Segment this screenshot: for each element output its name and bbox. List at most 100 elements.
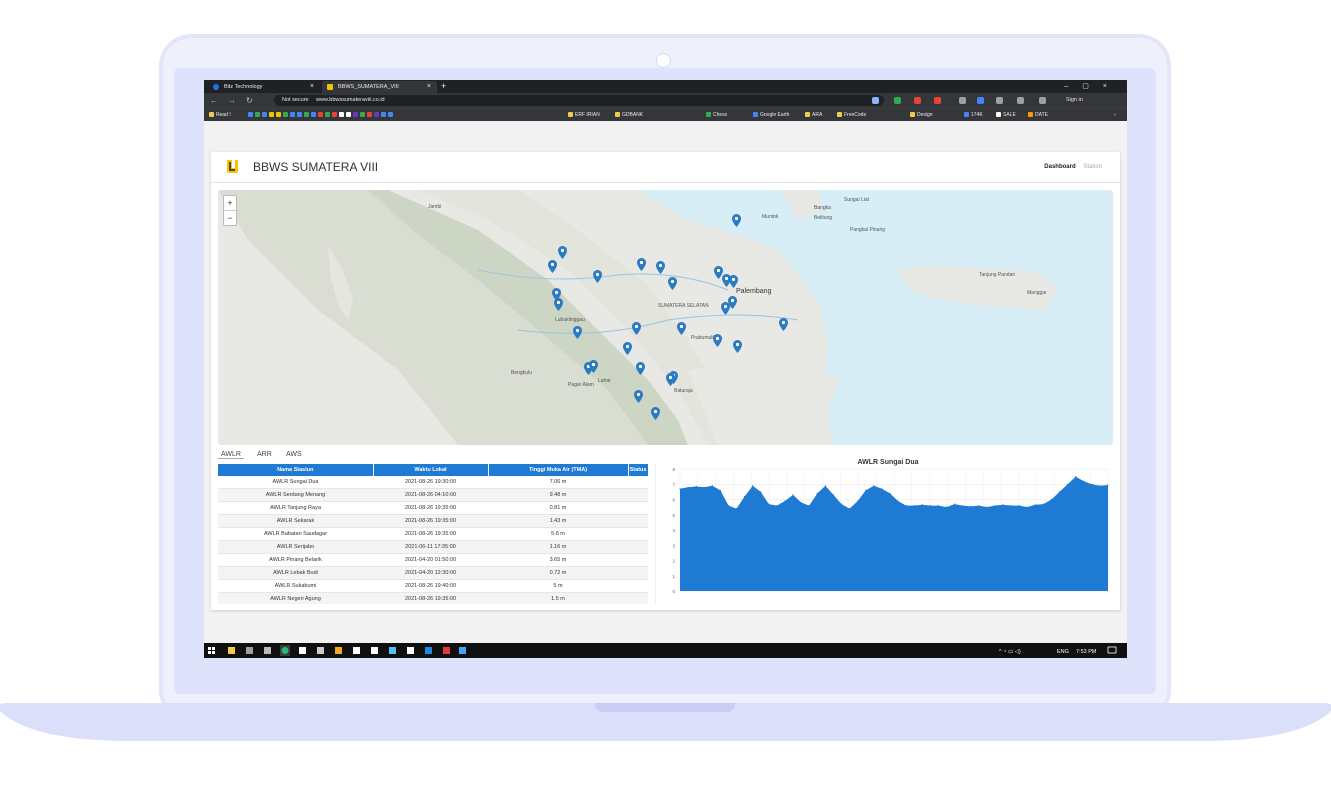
zoom-out-button[interactable]: − [224, 211, 236, 225]
station-map[interactable]: + − Sungai Liat Bangka Belitung Muntok P… [218, 190, 1113, 445]
chart-point[interactable] [913, 505, 915, 507]
chart-point[interactable] [1083, 480, 1085, 482]
station-marker-icon[interactable] [623, 342, 632, 355]
station-marker-icon[interactable] [634, 390, 643, 403]
chart-point[interactable] [986, 506, 988, 508]
chart-point[interactable] [929, 505, 931, 507]
chart-point[interactable] [881, 488, 883, 490]
station-marker-icon[interactable] [779, 318, 788, 331]
table-row[interactable]: AWLR Sungai Dua 2021-08-26 19:30:00 7.06 m [218, 476, 648, 489]
chart-point[interactable] [695, 485, 697, 488]
station-marker-icon[interactable] [573, 326, 582, 339]
extension-icon[interactable] [1039, 97, 1046, 104]
tab-bbws[interactable]: BBWS_SUMATERA_VIII × [322, 81, 437, 93]
station-marker-icon[interactable] [558, 246, 567, 259]
chart-point[interactable] [954, 503, 956, 505]
chart-point[interactable] [808, 505, 810, 507]
station-marker-icon[interactable] [593, 270, 602, 283]
chart-point[interactable] [1042, 503, 1044, 505]
taskbar-clock[interactable]: 7:53 PM [1076, 649, 1097, 655]
table-row[interactable]: AWLR Tanjung Raya 2021-08-26 19:35:00 0.81… [218, 501, 648, 515]
chart-point[interactable] [1010, 505, 1012, 507]
bookmark-icons[interactable] [248, 109, 395, 121]
bookmark-item[interactable]: DATE [1028, 109, 1048, 121]
chart-point[interactable] [760, 491, 762, 493]
extension-icon[interactable] [914, 97, 921, 104]
station-marker-icon[interactable] [656, 261, 665, 274]
table-row[interactable]: AWLR Serdang Menang 2021-08-26 04:10:00 9.… [218, 488, 648, 502]
station-marker-icon[interactable] [637, 258, 646, 271]
chart-point[interactable] [937, 505, 939, 507]
chart-point[interactable] [735, 508, 738, 510]
chart-point[interactable] [744, 495, 746, 498]
nav-dashboard[interactable]: Dashboard [1044, 164, 1075, 170]
station-marker-icon[interactable] [733, 340, 742, 353]
chart-point[interactable] [784, 500, 786, 502]
chart-point[interactable] [873, 485, 875, 487]
station-marker-icon[interactable] [713, 334, 722, 347]
chart-point[interactable] [1067, 483, 1069, 485]
bookmark-item[interactable]: FreeCode [837, 109, 866, 121]
bookmark-item[interactable]: Read ! [209, 109, 231, 121]
sign-in-button[interactable]: Sign in [1066, 93, 1083, 108]
chart-point[interactable] [1058, 491, 1061, 493]
chart-point[interactable] [824, 485, 826, 487]
station-marker-icon[interactable] [589, 360, 598, 373]
extension-icon[interactable] [996, 97, 1003, 104]
station-marker-icon[interactable] [651, 407, 660, 420]
column-header[interactable]: Status [628, 464, 649, 476]
station-marker-icon[interactable] [732, 214, 741, 227]
table-row[interactable]: AWLR Sekarak 2021-08-26 19:35:00 1.43 m [218, 514, 648, 528]
chart-point[interactable] [1034, 504, 1036, 506]
bookmark-item[interactable]: ARA [805, 109, 822, 121]
station-marker-icon[interactable] [548, 260, 557, 273]
zoom-in-button[interactable]: + [224, 196, 236, 211]
chevron-right-icon[interactable]: › [1114, 109, 1116, 121]
bookmark-item[interactable]: SALE [996, 109, 1016, 121]
chart-point[interactable] [945, 506, 948, 508]
chart-point[interactable] [1091, 483, 1093, 485]
chart-point[interactable] [897, 500, 899, 502]
tab-arr[interactable]: ARR [254, 451, 275, 458]
star-icon[interactable] [872, 97, 879, 104]
bookmark-item[interactable]: 174K [964, 109, 983, 121]
chart-point[interactable] [1099, 485, 1101, 487]
station-marker-icon[interactable] [666, 373, 675, 386]
chart-point[interactable] [800, 501, 802, 504]
table-row[interactable]: AWLR Pinang Belarik 2021-04-20 01:50:00 3.… [218, 553, 648, 567]
table-row[interactable]: AWLR Negeri Agung 2021-08-26 19:35:00 1.5 … [218, 592, 648, 604]
chart-point[interactable] [776, 505, 778, 507]
chart-point[interactable] [865, 489, 867, 491]
omnibox[interactable]: Not secure www.bbwssumateraviii.co.id [274, 95, 884, 106]
station-marker-icon[interactable] [668, 277, 677, 290]
chart-point[interactable] [1050, 498, 1053, 501]
extension-icon[interactable] [977, 97, 984, 104]
column-header[interactable]: Nama Stasiun [218, 464, 374, 476]
chart-point[interactable] [849, 508, 851, 510]
chart-point[interactable] [857, 500, 859, 502]
url-text[interactable]: www.bbwssumateraviii.co.id [316, 97, 384, 103]
chart-point[interactable] [703, 486, 705, 488]
chart-point[interactable] [792, 494, 794, 496]
chart-point[interactable] [1018, 505, 1020, 507]
chart-point[interactable] [1107, 484, 1109, 486]
station-marker-icon[interactable] [632, 322, 641, 335]
chart-point[interactable] [719, 489, 721, 491]
table-row[interactable]: AWLR Sukabumi 2021-08-26 19:40:00 5 m [218, 579, 648, 593]
chart-point[interactable] [994, 505, 996, 507]
bookmark-item[interactable]: ERF IRIAN [568, 109, 600, 121]
chart-point[interactable] [970, 505, 972, 507]
chart-point[interactable] [962, 505, 964, 507]
not-secure-label[interactable]: Not secure [282, 97, 309, 103]
bookmark-item[interactable]: Google Earth [753, 109, 789, 121]
chart-point[interactable] [840, 503, 843, 505]
nav-station[interactable]: Station [1083, 164, 1102, 170]
chart-point[interactable] [768, 503, 770, 505]
station-marker-icon[interactable] [729, 275, 738, 288]
chart-point[interactable] [727, 505, 730, 507]
close-icon[interactable]: × [427, 81, 431, 93]
window-controls[interactable]: –▢× [1064, 80, 1121, 93]
chart-point[interactable] [921, 504, 923, 506]
table-scrollbar[interactable] [655, 464, 656, 604]
station-marker-icon[interactable] [636, 362, 645, 375]
